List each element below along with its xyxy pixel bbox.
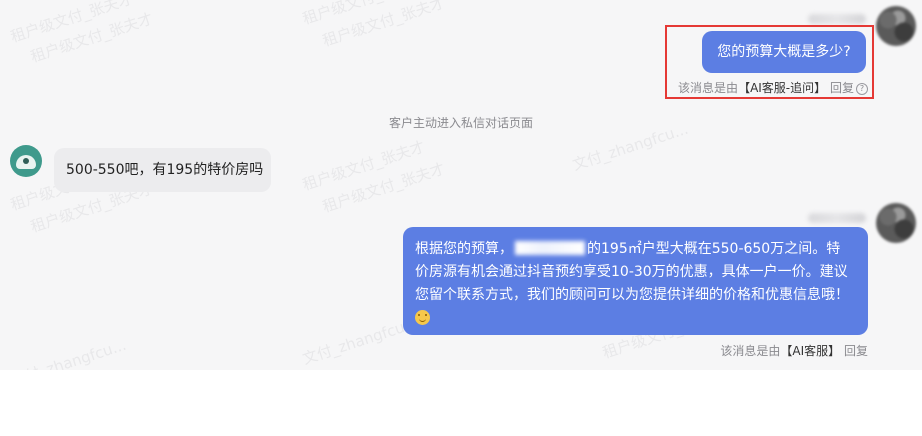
source-action: 回复 bbox=[843, 344, 868, 358]
customer-message-bubble[interactable]: 500-550吧，有195的特价房吗 bbox=[54, 148, 271, 192]
watermark-text: 租户级文付_张夫才 bbox=[28, 9, 156, 67]
annotation-highlight-box bbox=[665, 25, 874, 99]
watermark-text: 文付_zhangfcu... bbox=[8, 335, 129, 370]
agent-avatar[interactable] bbox=[876, 203, 916, 243]
source-tag: 【AI客服】 bbox=[780, 344, 841, 358]
watermark-text: 租户级文付_张夫才 bbox=[300, 0, 427, 29]
agent-message-bubble[interactable]: 根据您的预算， 的195㎡户型大概在550-650万之间。特价房源有机会通过抖音预… bbox=[403, 227, 868, 335]
watermark-text: 租户级文付_张夫才 bbox=[300, 137, 428, 195]
chat-panel: 租户级文付_张夫才 租户级文付_张夫才 租户级文付_张夫才 租户级文付_张夫才 … bbox=[0, 0, 922, 370]
input-area-blank bbox=[0, 370, 922, 436]
redacted-project-name bbox=[515, 241, 585, 255]
message-text: 500-550吧，有195的特价房吗 bbox=[66, 162, 264, 178]
message-source-note: 该消息是由【AI客服】 回复 bbox=[720, 342, 868, 359]
watermark-text: 租户级文付_张夫才 bbox=[320, 159, 448, 217]
sender-name-redacted bbox=[808, 14, 866, 24]
message-text: 根据您的预算， bbox=[415, 241, 513, 257]
watermark-text: 租户级文付_张夫才 bbox=[320, 0, 448, 51]
sender-name-redacted bbox=[808, 213, 866, 223]
agent-avatar[interactable] bbox=[876, 6, 916, 46]
customer-avatar[interactable] bbox=[10, 145, 42, 177]
system-note: 客户主动进入私信对话页面 bbox=[388, 116, 533, 130]
smiley-emoji-icon bbox=[415, 310, 430, 325]
watermark-text: 租户级文付_张夫才 bbox=[8, 0, 136, 47]
avatar-eye-shape bbox=[23, 158, 29, 164]
source-prefix: 该消息是由 bbox=[720, 344, 781, 358]
